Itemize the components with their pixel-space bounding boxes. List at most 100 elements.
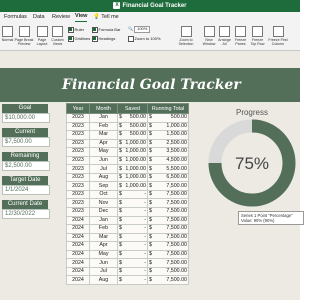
arrange-all-button[interactable]: Arrange All xyxy=(218,26,231,46)
cell-month[interactable]: May xyxy=(89,147,118,157)
cell-running-total[interactable]: $3,500.00 xyxy=(147,147,189,157)
target-date-value[interactable]: 1/1/2024 xyxy=(2,185,50,195)
cell-saved[interactable]: $ - xyxy=(117,189,148,200)
cell-running-total[interactable]: $4,500.00 xyxy=(147,155,189,166)
freeze-top-row-button[interactable]: Freeze Top Row xyxy=(249,26,266,46)
cell-running-total[interactable]: $7,500.00 xyxy=(147,241,189,251)
page-break-preview-button[interactable]: Page Break Preview xyxy=(14,26,34,46)
cell-month[interactable]: Feb xyxy=(89,121,118,132)
cell-month[interactable]: Aug xyxy=(89,275,118,285)
new-window-button[interactable]: New Window xyxy=(202,26,216,46)
cell-year[interactable]: 2023 xyxy=(66,181,90,191)
cell-month[interactable]: Sep xyxy=(89,181,118,191)
goal-value[interactable]: $10,000.00 xyxy=(2,113,50,123)
cell-saved[interactable]: $ - xyxy=(117,207,148,217)
cell-saved[interactable]: $1,000.00 xyxy=(117,155,148,166)
cell-year[interactable]: 2024 xyxy=(66,266,90,277)
cell-month[interactable]: Dec xyxy=(89,207,118,217)
zoom-to-selection-button[interactable]: Zoom to Selection xyxy=(175,26,197,46)
cell-year[interactable]: 2024 xyxy=(66,232,90,243)
cell-year[interactable]: 2023 xyxy=(66,138,90,149)
freeze-panes-button[interactable]: Freeze Panes xyxy=(233,26,248,46)
tab-review[interactable]: Review xyxy=(52,12,70,23)
cell-year[interactable]: 2024 xyxy=(66,275,90,285)
cell-running-total[interactable]: $7,500.00 xyxy=(147,232,189,243)
cell-month[interactable]: Jul xyxy=(89,266,118,277)
cell-month[interactable]: Oct xyxy=(89,189,118,200)
cell-saved[interactable]: $1,000.00 xyxy=(117,172,148,183)
zoom-control[interactable]: 🔍 100% xyxy=(128,26,151,33)
cell-saved[interactable]: $500.00 xyxy=(117,113,148,123)
cell-running-total[interactable]: $7,500.00 xyxy=(147,198,189,208)
cell-year[interactable]: 2023 xyxy=(66,130,90,140)
cell-month[interactable]: Mar xyxy=(89,232,118,243)
cell-year[interactable]: 2024 xyxy=(66,224,90,234)
cell-year[interactable]: 2023 xyxy=(66,198,90,208)
cell-month[interactable]: Jan xyxy=(89,113,118,123)
tab-data[interactable]: Data xyxy=(33,12,45,23)
cell-month[interactable]: Apr xyxy=(89,241,118,251)
zoom-select[interactable]: 100% xyxy=(134,26,151,33)
page-layout-button[interactable]: Page Layout xyxy=(35,26,49,46)
cell-month[interactable]: Aug xyxy=(89,172,118,183)
cell-saved[interactable]: $ - xyxy=(117,224,148,234)
gridlines-checkbox[interactable]: Gridlines xyxy=(68,36,90,42)
cell-year[interactable]: 2023 xyxy=(66,164,90,174)
cell-month[interactable]: Jan xyxy=(89,215,118,226)
cell-year[interactable]: 2023 xyxy=(66,147,90,157)
headings-checkbox[interactable]: Headings xyxy=(92,36,115,42)
cell-running-total[interactable]: $7,500.00 xyxy=(147,249,189,260)
tab-formulas[interactable]: Formulas xyxy=(4,12,27,23)
cell-year[interactable]: 2023 xyxy=(66,155,90,166)
remaining-value[interactable]: $2,500.00 xyxy=(2,161,50,171)
cell-month[interactable]: Apr xyxy=(89,138,118,149)
cell-running-total[interactable]: $5,500.00 xyxy=(147,164,189,174)
cell-saved[interactable]: $500.00 xyxy=(117,130,148,140)
freeze-first-column-button[interactable]: Freeze First Column xyxy=(267,26,289,46)
cell-year[interactable]: 2024 xyxy=(66,215,90,226)
cell-month[interactable]: Nov xyxy=(89,198,118,208)
cell-saved[interactable]: $ - xyxy=(117,258,148,268)
cell-year[interactable]: 2023 xyxy=(66,113,90,123)
cell-running-total[interactable]: $500.00 xyxy=(147,113,189,123)
cell-saved[interactable]: $1,000.00 xyxy=(117,138,148,149)
cell-saved[interactable]: $ - xyxy=(117,232,148,243)
cell-year[interactable]: 2023 xyxy=(66,189,90,200)
cell-running-total[interactable]: $7,500.00 xyxy=(147,181,189,191)
cell-year[interactable]: 2024 xyxy=(66,249,90,260)
zoom-to-100-button[interactable]: Zoom to 100% xyxy=(128,36,161,42)
cell-running-total[interactable]: $7,500.00 xyxy=(147,207,189,217)
cell-running-total[interactable]: $2,500.00 xyxy=(147,138,189,149)
cell-month[interactable]: Jun xyxy=(89,258,118,268)
cell-saved[interactable]: $ - xyxy=(117,275,148,285)
custom-views-button[interactable]: Custom Views xyxy=(50,26,65,46)
cell-month[interactable]: Mar xyxy=(89,130,118,140)
cell-running-total[interactable]: $7,500.00 xyxy=(147,258,189,268)
cell-month[interactable]: Jul xyxy=(89,164,118,174)
cell-year[interactable]: 2023 xyxy=(66,172,90,183)
cell-saved[interactable]: $ - xyxy=(117,215,148,226)
tell-me-box[interactable]: 💡 Tell me xyxy=(93,12,119,23)
cell-running-total[interactable]: $6,500.00 xyxy=(147,172,189,183)
cell-year[interactable]: 2024 xyxy=(66,258,90,268)
current-value[interactable]: $7,500.00 xyxy=(2,137,50,147)
cell-month[interactable]: May xyxy=(89,249,118,260)
cell-running-total[interactable]: $7,500.00 xyxy=(147,266,189,277)
cell-year[interactable]: 2024 xyxy=(66,241,90,251)
cell-saved[interactable]: $ - xyxy=(117,266,148,277)
cell-saved[interactable]: $500.00 xyxy=(117,121,148,132)
cell-running-total[interactable]: $7,500.00 xyxy=(147,275,189,285)
cell-running-total[interactable]: $1,500.00 xyxy=(147,130,189,140)
cell-month[interactable]: Jun xyxy=(89,155,118,166)
cell-saved[interactable]: $ - xyxy=(117,241,148,251)
cell-running-total[interactable]: $7,500.00 xyxy=(147,224,189,234)
cell-year[interactable]: 2023 xyxy=(66,121,90,132)
ruler-checkbox[interactable]: Ruler xyxy=(68,27,84,33)
cell-saved[interactable]: $1,000.00 xyxy=(117,181,148,191)
cell-year[interactable]: 2023 xyxy=(66,207,90,217)
tab-view[interactable]: View xyxy=(75,12,88,22)
cell-running-total[interactable]: $7,500.00 xyxy=(147,215,189,226)
cell-saved[interactable]: $ - xyxy=(117,198,148,208)
formula-bar-checkbox[interactable]: Formula Bar xyxy=(92,27,121,33)
cell-running-total[interactable]: $7,500.00 xyxy=(147,189,189,200)
